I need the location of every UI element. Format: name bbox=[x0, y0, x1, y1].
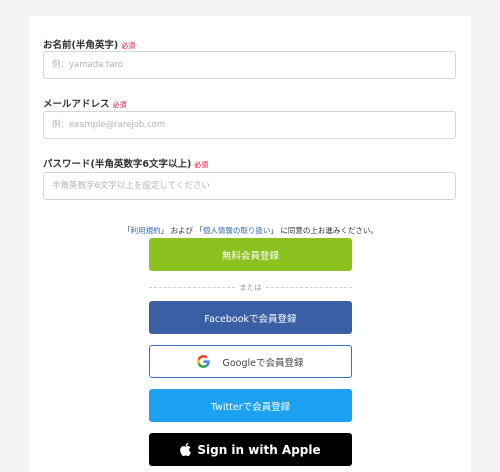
required-badge: 必須 bbox=[112, 101, 127, 109]
facebook-register-label: Facebookで会員登録 bbox=[204, 313, 297, 325]
required-badge: 必須 bbox=[194, 161, 209, 169]
agree-text: に同意の上お進みください。 bbox=[277, 226, 378, 235]
google-register-button[interactable]: Googleで会員登録 bbox=[149, 345, 352, 378]
google-register-label: Googleで会員登録 bbox=[222, 357, 304, 369]
registration-form-card: お名前(半角英字)必須 メールアドレス必須 パスワード(半角英数字6文字以上)必… bbox=[30, 16, 471, 472]
name-label-text: お名前(半角英字) bbox=[43, 40, 119, 51]
password-label-text: パスワード(半角英数字6文字以上) bbox=[43, 159, 192, 170]
apple-sign-in-label: Sign in with Apple bbox=[197, 442, 321, 457]
free-register-label: 無料会員登録 bbox=[221, 250, 279, 262]
bracket-close: 」 bbox=[270, 226, 278, 235]
facebook-register-button[interactable]: Facebookで会員登録 bbox=[149, 301, 352, 334]
name-field-label: お名前(半角英字) 必須 bbox=[43, 37, 135, 51]
terms-of-use-link[interactable]: 利用規約 bbox=[131, 226, 161, 235]
password-input[interactable] bbox=[43, 172, 456, 200]
email-label-text: メールアドレス bbox=[43, 99, 110, 110]
twitter-register-button[interactable]: Twitterで会員登録 bbox=[149, 389, 352, 422]
free-register-button[interactable]: 無料会員登録 bbox=[149, 238, 352, 271]
email-input[interactable] bbox=[43, 111, 456, 139]
required-badge: 必須 bbox=[121, 42, 136, 50]
password-field-label: パスワード(半角英数字6文字以上) 必須 bbox=[43, 156, 208, 170]
and-text: および bbox=[168, 226, 196, 235]
google-g-icon bbox=[197, 355, 211, 368]
divider-line bbox=[265, 287, 352, 288]
bracket-open: 「 bbox=[195, 226, 203, 235]
terms-agreement-text: 「利用規約」 および 「個人情報の取り扱い」 に同意の上お進みください。 bbox=[30, 225, 471, 236]
apple-logo-icon bbox=[180, 443, 192, 456]
or-divider: または bbox=[149, 282, 352, 293]
privacy-policy-link[interactable]: 個人情報の取り扱い bbox=[203, 226, 271, 235]
apple-sign-in-button[interactable]: Sign in with Apple bbox=[149, 433, 352, 466]
bracket-open: 「 bbox=[123, 226, 131, 235]
divider-line bbox=[149, 287, 236, 288]
twitter-register-label: Twitterで会員登録 bbox=[210, 401, 291, 413]
name-input[interactable] bbox=[43, 51, 456, 79]
email-field-label: メールアドレス 必須 bbox=[43, 96, 127, 110]
divider-text: または bbox=[239, 283, 262, 292]
